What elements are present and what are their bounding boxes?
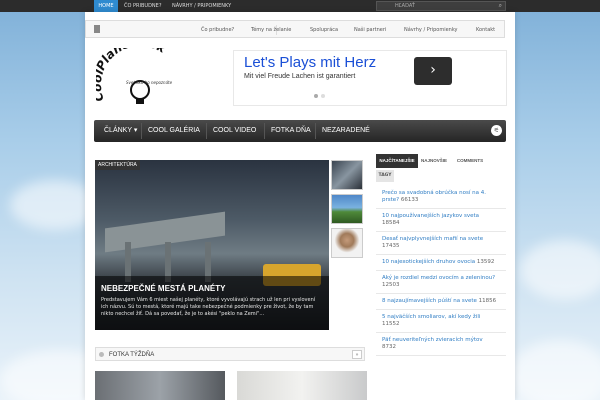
tab-najnovsie[interactable]: NAJNOVŠIE xyxy=(420,154,448,168)
list-item[interactable]: 5 najväčších smoliarov, akí kedy žili 115… xyxy=(376,310,506,333)
tab-najcitanejsie[interactable]: NAJČÍTANEJŠIE xyxy=(376,154,418,168)
view-count: 13592 xyxy=(476,259,495,265)
list-item[interactable]: 10 najpoužívanejších jazykov sveta 18584 xyxy=(376,209,506,232)
cloud-decoration xyxy=(520,240,600,300)
search-input[interactable]: HĽADAŤ ⌕ xyxy=(376,1,506,11)
view-count: 11552 xyxy=(382,321,400,327)
feature-excerpt: Predstavujem Vám 6 miest našej planéty, … xyxy=(101,297,316,317)
view-count: 12503 xyxy=(382,282,400,288)
sidebar-tabs: NAJČÍTANEJŠIE NAJNOVŠIE COMMENTS TAGY Pr… xyxy=(376,154,506,356)
view-count: 66133 xyxy=(400,197,419,203)
tab-comments[interactable]: COMMENTS xyxy=(454,154,486,168)
next-arrow-icon[interactable]: » xyxy=(352,350,362,359)
nav-cool-galeria[interactable]: COOL GALÉRIA xyxy=(148,120,200,142)
site-logo[interactable]: CoolPlaneta.sk Svet ako ho nepoznáte xyxy=(96,48,180,110)
post-title[interactable]: 8 najzaujímavejších púští na svete xyxy=(382,298,477,304)
top-link-co-pribudne[interactable]: ČO PRIBUDNE? xyxy=(120,0,165,12)
search-placeholder: HĽADAŤ xyxy=(395,3,415,9)
section-header-fotka: FOTKA TÝŽDŇA » xyxy=(95,347,365,361)
pagination-dot[interactable] xyxy=(314,94,318,98)
chevron-right-icon: › xyxy=(430,62,436,78)
thumbnail[interactable] xyxy=(331,194,363,224)
cloud-decoration xyxy=(510,340,600,400)
category-badge[interactable]: ARCHITEKTÚRA xyxy=(95,160,140,170)
nav-divider xyxy=(264,123,265,139)
document-icon xyxy=(94,25,100,33)
photo-thumbnail[interactable] xyxy=(237,371,367,400)
nav-nezaradene[interactable]: NEZARADENÉ xyxy=(322,120,370,142)
view-count: 8732 xyxy=(382,344,396,350)
post-title[interactable]: Desať najvplyvnejších mafií na svete xyxy=(382,236,483,242)
post-title[interactable]: 10 najpoužívanejších jazykov sveta xyxy=(382,213,479,219)
thumbnail[interactable] xyxy=(331,160,363,190)
subnav-item[interactable]: Čo pribudne? xyxy=(201,21,234,39)
ad-banner[interactable]: Let's Plays mit Herz Mit viel Freude Lac… xyxy=(233,50,507,106)
subnav-item[interactable]: Spolupráca xyxy=(310,21,338,39)
post-title[interactable]: Päť neuveriteľných zvieracích mýtov xyxy=(382,337,483,343)
thumbnail[interactable] xyxy=(331,228,363,258)
ad-arrow-button[interactable]: › xyxy=(414,57,452,85)
list-item[interactable]: Desať najvplyvnejších mafií na svete 1743… xyxy=(376,232,506,255)
tab-tagy[interactable]: TAGY xyxy=(376,170,394,182)
post-title[interactable]: Prečo sa svadobná obrúčka nosí na 4. prs… xyxy=(382,190,486,203)
bullet-icon xyxy=(99,352,104,357)
slider-thumbnails xyxy=(331,160,365,262)
nav-cool-video[interactable]: COOL VIDEO xyxy=(213,120,256,142)
top-link-home[interactable]: HOME xyxy=(94,0,118,12)
subnav-item[interactable]: Kontakt xyxy=(476,21,495,39)
nav-divider xyxy=(315,123,316,139)
nav-fotka-dna[interactable]: FOTKA DŇA xyxy=(271,120,311,142)
list-item[interactable]: Aký je rozdiel medzi ovocím a zeleninou?… xyxy=(376,271,506,294)
section-title: FOTKA TÝŽDŇA xyxy=(109,352,155,358)
featured-article[interactable]: ARCHITEKTÚRA NEBEZPEČNÉ MESTÁ PLANÉTY Pr… xyxy=(95,160,329,330)
subnav-item[interactable]: Témy na želanie xyxy=(251,21,291,39)
popular-list: Prečo sa svadobná obrúčka nosí na 4. prs… xyxy=(376,186,506,356)
view-count: 11856 xyxy=(478,298,497,304)
search-icon[interactable]: ⌕ xyxy=(499,3,502,9)
feature-title[interactable]: NEBEZPEČNÉ MESTÁ PLANÉTY xyxy=(101,284,323,293)
nav-clanky[interactable]: ČLÁNKY ▾ xyxy=(104,120,137,142)
top-link-navrhy[interactable]: NÁVRHY / PRIPOMIENKY xyxy=(168,0,235,12)
subnav-item[interactable]: Naši partneri xyxy=(354,21,386,39)
list-item[interactable]: Päť neuveriteľných zvieracích mýtov 8732 xyxy=(376,333,506,356)
pagination-dot[interactable] xyxy=(321,94,325,98)
list-item[interactable]: 8 najzaujímavejších púští na svete 11856 xyxy=(376,294,506,310)
subnav-item[interactable]: Návrhy / Pripomienky xyxy=(404,21,458,39)
post-title[interactable]: 5 najväčších smoliarov, akí kedy žili xyxy=(382,314,480,320)
view-count: 17435 xyxy=(382,243,400,249)
ad-subline: Mit viel Freude Lachen ist garantiert xyxy=(244,73,356,80)
photo-thumbnail[interactable] xyxy=(95,371,225,400)
feature-caption: NEBEZPEČNÉ MESTÁ PLANÉTY Predstavujem Vá… xyxy=(95,276,329,330)
post-title[interactable]: 10 najexotickejších druhov ovocia xyxy=(382,259,475,265)
nav-divider xyxy=(206,123,207,139)
post-title[interactable]: Aký je rozdiel medzi ovocím a zeleninou? xyxy=(382,275,495,281)
view-count: 18584 xyxy=(382,220,400,226)
main-nav: ČLÁNKY ▾ COOL GALÉRIA COOL VIDEO FOTKA D… xyxy=(94,120,506,142)
logo-tagline: Svet ako ho nepoznáte xyxy=(126,80,173,85)
list-item[interactable]: Prečo sa svadobná obrúčka nosí na 4. prs… xyxy=(376,186,506,209)
nav-divider xyxy=(141,123,142,139)
share-icon[interactable]: ⚟ xyxy=(491,125,502,136)
secondary-nav: Čo pribudne? Témy na želanie Spolupráca … xyxy=(85,20,505,38)
list-item[interactable]: 10 najexotickejších druhov ovocia 13592 xyxy=(376,255,506,271)
top-bar: HOME ČO PRIBUDNE? NÁVRHY / PRIPOMIENKY H… xyxy=(0,0,600,12)
ad-pagination xyxy=(314,83,328,102)
